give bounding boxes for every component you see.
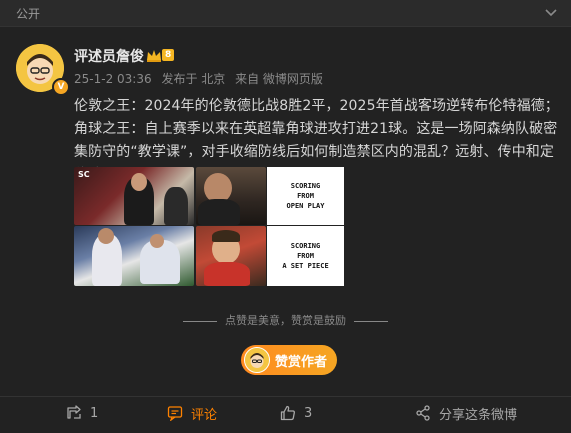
image-arteta-closeup[interactable] — [196, 167, 266, 225]
post-meta: 25-1-2 03:36 发布于 北京 来自 微博网页版 — [74, 70, 329, 87]
post-time[interactable]: 25-1-2 03:36 — [74, 72, 152, 86]
repost-count: 1 — [90, 405, 99, 421]
sc-logo: SC — [78, 170, 90, 179]
reward-avatar — [244, 347, 270, 373]
reward-label: 赞赏作者 — [275, 354, 328, 370]
like-icon — [280, 405, 295, 421]
divider-line — [354, 320, 388, 322]
post-source: 来自 微博网页版 — [235, 72, 323, 86]
share-button[interactable]: 分享这条微博 — [415, 403, 517, 423]
vip-level-badge: 8 — [162, 49, 175, 61]
chevron-down-icon[interactable] — [543, 6, 559, 20]
comment-label: 评论 — [191, 407, 218, 423]
reward-author-button[interactable]: 赞赏作者 — [241, 345, 337, 375]
divider-text: 点赞是美意，赞赏是鼓励 — [225, 314, 346, 327]
reward-divider: 点赞是美意，赞赏是鼓励 — [0, 312, 571, 328]
actions-separator — [0, 396, 571, 397]
visibility-label: 公开 — [16, 7, 41, 21]
like-count: 3 — [304, 405, 313, 421]
repost-icon — [67, 405, 81, 419]
vip-crown-icon — [146, 48, 162, 62]
post-location: 发布于 北京 — [161, 72, 226, 86]
visibility-bar: 公开 — [0, 0, 571, 27]
author-name[interactable]: 评述员詹俊 — [74, 46, 144, 66]
like-button[interactable]: 3 — [280, 403, 312, 423]
divider-line — [183, 320, 217, 322]
share-icon — [416, 405, 430, 421]
verified-badge: V — [52, 78, 70, 96]
image-arteta-bench[interactable]: SC — [74, 167, 194, 225]
caption-open-play: SCORING FROM OPEN PLAY — [267, 167, 344, 225]
caption-set-piece: SCORING FROM A SET PIECE — [267, 226, 344, 286]
share-label: 分享这条微博 — [439, 407, 518, 423]
post-image-grid[interactable]: SC SCORING FROM OPEN PLAY SCORING FROM A… — [74, 167, 344, 286]
repost-button[interactable]: 1 — [66, 403, 98, 423]
image-coach-portrait[interactable] — [196, 226, 266, 286]
image-players-celebration[interactable] — [74, 226, 194, 286]
comment-button[interactable]: 评论 — [167, 403, 217, 423]
comment-icon — [167, 406, 183, 421]
weibo-post-card: 公开 V 评述员詹俊 8 25-1-2 03:36 发布于 北京 来自 微博网页… — [0, 0, 571, 433]
